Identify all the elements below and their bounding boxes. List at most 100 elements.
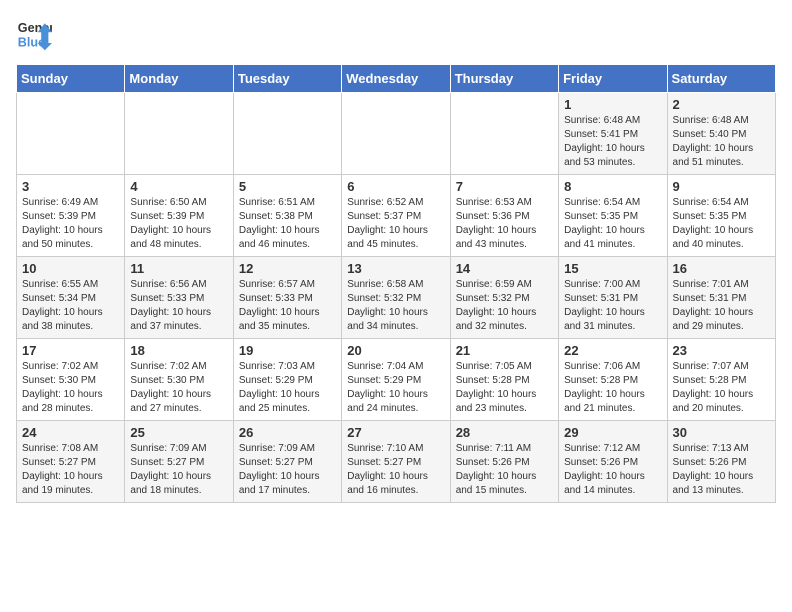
day-number: 23	[673, 343, 770, 358]
calendar-cell: 21Sunrise: 7:05 AMSunset: 5:28 PMDayligh…	[450, 339, 558, 421]
calendar-cell	[125, 93, 233, 175]
calendar-cell: 19 Sunrise: 7:03 AMSunset: 5:29 PMDayligh…	[233, 339, 341, 421]
weekday-header-tuesday: Tuesday	[233, 65, 341, 93]
cell-info: Sunrise: 6:54 AMSunset: 5:35 PMDaylight:…	[673, 196, 770, 252]
cell-info: Sunrise: 7:03 AMSunset: 5:29 PMDaylight:…	[239, 360, 336, 416]
calendar-cell: 24 Sunrise: 7:08 AMSunset: 5:27 PMDayligh…	[17, 421, 125, 503]
day-number: 15	[564, 261, 661, 276]
cell-info: Sunrise: 6:57 AMSunset: 5:33 PMDaylight:…	[239, 278, 336, 334]
cell-info: Sunrise: 7:08 AMSunset: 5:27 PMDaylight:…	[22, 442, 119, 498]
cell-info: Sunrise: 7:09 AMSunset: 5:27 PMDaylight:…	[239, 442, 336, 498]
calendar-cell: 14 Sunrise: 6:59 AMSunset: 5:32 PMDayligh…	[450, 257, 558, 339]
day-number: 21	[456, 343, 553, 358]
page-header: General Blue	[16, 16, 776, 52]
calendar-cell	[450, 93, 558, 175]
calendar-cell: 7 Sunrise: 6:53 AMSunset: 5:36 PMDaylight…	[450, 175, 558, 257]
cell-info: Sunrise: 6:51 AMSunset: 5:38 PMDaylight:…	[239, 196, 336, 252]
calendar-cell: 16 Sunrise: 7:01 AMSunset: 5:31 PMDayligh…	[667, 257, 775, 339]
cell-info: Sunrise: 6:49 AMSunset: 5:39 PMDaylight:…	[22, 196, 119, 252]
cell-info: Sunrise: 7:12 AMSunset: 5:26 PMDaylight:…	[564, 442, 661, 498]
cell-info: Sunrise: 7:02 AMSunset: 5:30 PMDaylight:…	[22, 360, 119, 416]
day-number: 24	[22, 425, 119, 440]
day-number: 3	[22, 179, 119, 194]
weekday-header-thursday: Thursday	[450, 65, 558, 93]
day-number: 5	[239, 179, 336, 194]
cell-info: Sunrise: 7:02 AMSunset: 5:30 PMDaylight:…	[130, 360, 227, 416]
weekday-header-saturday: Saturday	[667, 65, 775, 93]
cell-info: Sunrise: 7:06 AMSunset: 5:28 PMDaylight:…	[564, 360, 661, 416]
cell-info: Sunrise: 6:52 AMSunset: 5:37 PMDaylight:…	[347, 196, 444, 252]
day-number: 25	[130, 425, 227, 440]
cell-info: Sunrise: 6:53 AMSunset: 5:36 PMDaylight:…	[456, 196, 553, 252]
cell-info: Sunrise: 7:10 AMSunset: 5:27 PMDaylight:…	[347, 442, 444, 498]
calendar-cell: 2Sunrise: 6:48 AMSunset: 5:40 PMDaylight…	[667, 93, 775, 175]
calendar-cell: 15 Sunrise: 7:00 AMSunset: 5:31 PMDayligh…	[559, 257, 667, 339]
week-row-2: 3 Sunrise: 6:49 AMSunset: 5:39 PMDaylight…	[17, 175, 776, 257]
calendar-cell: 25 Sunrise: 7:09 AMSunset: 5:27 PMDayligh…	[125, 421, 233, 503]
day-number: 12	[239, 261, 336, 276]
weekday-header-friday: Friday	[559, 65, 667, 93]
calendar-cell: 17 Sunrise: 7:02 AMSunset: 5:30 PMDayligh…	[17, 339, 125, 421]
cell-info: Sunrise: 7:04 AMSunset: 5:29 PMDaylight:…	[347, 360, 444, 416]
calendar-cell: 29 Sunrise: 7:12 AMSunset: 5:26 PMDayligh…	[559, 421, 667, 503]
day-number: 1	[564, 97, 661, 112]
week-row-4: 17 Sunrise: 7:02 AMSunset: 5:30 PMDayligh…	[17, 339, 776, 421]
day-number: 17	[22, 343, 119, 358]
day-number: 4	[130, 179, 227, 194]
weekday-header-sunday: Sunday	[17, 65, 125, 93]
day-number: 11	[130, 261, 227, 276]
day-number: 7	[456, 179, 553, 194]
week-row-3: 10Sunrise: 6:55 AMSunset: 5:34 PMDayligh…	[17, 257, 776, 339]
calendar-cell	[233, 93, 341, 175]
calendar-cell: 9 Sunrise: 6:54 AMSunset: 5:35 PMDaylight…	[667, 175, 775, 257]
cell-info: Sunrise: 7:11 AMSunset: 5:26 PMDaylight:…	[456, 442, 553, 498]
calendar-cell: 6 Sunrise: 6:52 AMSunset: 5:37 PMDaylight…	[342, 175, 450, 257]
weekday-header-wednesday: Wednesday	[342, 65, 450, 93]
day-number: 30	[673, 425, 770, 440]
cell-info: Sunrise: 7:13 AMSunset: 5:26 PMDaylight:…	[673, 442, 770, 498]
calendar-cell: 26 Sunrise: 7:09 AMSunset: 5:27 PMDayligh…	[233, 421, 341, 503]
week-row-1: 1 Sunrise: 6:48 AMSunset: 5:41 PMDaylight…	[17, 93, 776, 175]
week-row-5: 24 Sunrise: 7:08 AMSunset: 5:27 PMDayligh…	[17, 421, 776, 503]
calendar-cell: 10Sunrise: 6:55 AMSunset: 5:34 PMDayligh…	[17, 257, 125, 339]
day-number: 28	[456, 425, 553, 440]
calendar-cell: 22Sunrise: 7:06 AMSunset: 5:28 PMDayligh…	[559, 339, 667, 421]
day-number: 9	[673, 179, 770, 194]
calendar-cell: 4 Sunrise: 6:50 AMSunset: 5:39 PMDaylight…	[125, 175, 233, 257]
calendar-cell: 27 Sunrise: 7:10 AMSunset: 5:27 PMDayligh…	[342, 421, 450, 503]
cell-info: Sunrise: 6:55 AMSunset: 5:34 PMDaylight:…	[22, 278, 119, 334]
weekday-header-row: SundayMondayTuesdayWednesdayThursdayFrid…	[17, 65, 776, 93]
cell-info: Sunrise: 7:01 AMSunset: 5:31 PMDaylight:…	[673, 278, 770, 334]
calendar-cell: 11Sunrise: 6:56 AMSunset: 5:33 PMDayligh…	[125, 257, 233, 339]
calendar-cell: 12 Sunrise: 6:57 AMSunset: 5:33 PMDayligh…	[233, 257, 341, 339]
day-number: 13	[347, 261, 444, 276]
cell-info: Sunrise: 6:58 AMSunset: 5:32 PMDaylight:…	[347, 278, 444, 334]
day-number: 8	[564, 179, 661, 194]
day-number: 19	[239, 343, 336, 358]
cell-info: Sunrise: 6:54 AMSunset: 5:35 PMDaylight:…	[564, 196, 661, 252]
calendar-cell: 1 Sunrise: 6:48 AMSunset: 5:41 PMDaylight…	[559, 93, 667, 175]
calendar-cell: 8 Sunrise: 6:54 AMSunset: 5:35 PMDaylight…	[559, 175, 667, 257]
day-number: 29	[564, 425, 661, 440]
day-number: 2	[673, 97, 770, 112]
logo: General Blue	[16, 16, 52, 52]
calendar-header: SundayMondayTuesdayWednesdayThursdayFrid…	[17, 65, 776, 93]
calendar-cell: 3 Sunrise: 6:49 AMSunset: 5:39 PMDaylight…	[17, 175, 125, 257]
cell-info: Sunrise: 6:48 AMSunset: 5:41 PMDaylight:…	[564, 114, 661, 170]
calendar-cell: 23Sunrise: 7:07 AMSunset: 5:28 PMDayligh…	[667, 339, 775, 421]
day-number: 20	[347, 343, 444, 358]
cell-info: Sunrise: 6:50 AMSunset: 5:39 PMDaylight:…	[130, 196, 227, 252]
day-number: 18	[130, 343, 227, 358]
day-number: 27	[347, 425, 444, 440]
svg-text:Blue: Blue	[18, 36, 45, 50]
cell-info: Sunrise: 6:59 AMSunset: 5:32 PMDaylight:…	[456, 278, 553, 334]
day-number: 14	[456, 261, 553, 276]
day-number: 6	[347, 179, 444, 194]
day-number: 26	[239, 425, 336, 440]
calendar-cell: 28 Sunrise: 7:11 AMSunset: 5:26 PMDayligh…	[450, 421, 558, 503]
calendar-cell	[342, 93, 450, 175]
calendar-cell: 20 Sunrise: 7:04 AMSunset: 5:29 PMDayligh…	[342, 339, 450, 421]
cell-info: Sunrise: 7:00 AMSunset: 5:31 PMDaylight:…	[564, 278, 661, 334]
day-number: 16	[673, 261, 770, 276]
cell-info: Sunrise: 7:09 AMSunset: 5:27 PMDaylight:…	[130, 442, 227, 498]
